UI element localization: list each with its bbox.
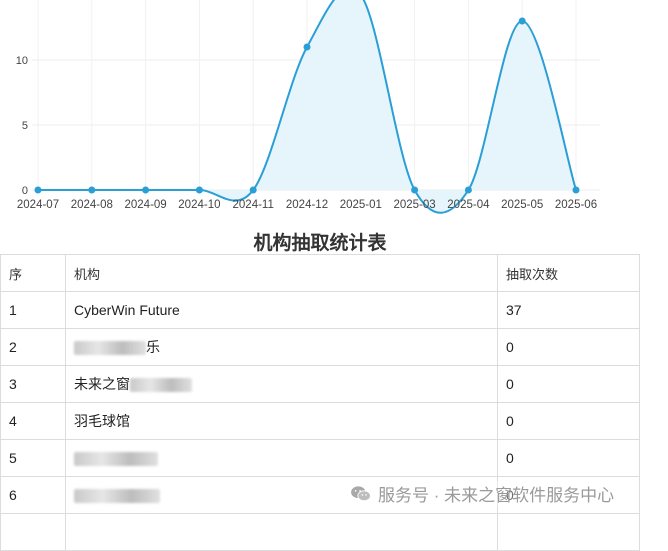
header-count: 抽取次数: [497, 254, 640, 292]
row-index: 3: [0, 365, 66, 403]
x-axis-ticks: 2024-07 2024-08 2024-09 2024-10 2024-11 2024-…: [17, 199, 597, 211]
table-row: 5 0: [0, 439, 640, 477]
redacted-text: [74, 452, 158, 467]
data-point: [142, 186, 150, 194]
watermark-text: 服务号 · 未来之窗软件服务中心: [378, 486, 615, 505]
area-chart: 051015 2024-072024-082024-092024-102024-…: [16, 0, 600, 214]
x-tick-label: 2025-03: [393, 199, 435, 211]
x-tick-label: 2024-10: [178, 199, 220, 211]
x-tick-label: 2024-09: [124, 199, 166, 211]
row-count: 37: [497, 291, 640, 329]
header-index: 序: [0, 254, 66, 292]
data-point: [518, 17, 526, 25]
chart-card: 051015 2024-072024-082024-092024-102024-…: [10, 0, 600, 218]
data-point: [572, 186, 580, 194]
x-tick-label: 2025-06: [555, 199, 597, 211]
table-row: 3 未来之窗 0: [0, 365, 640, 403]
row-index: [0, 513, 66, 551]
x-tick-label: 2024-12: [286, 199, 328, 211]
redacted-text: [74, 489, 160, 504]
row-index: 1: [0, 291, 66, 329]
stats-table: 序 机构 抽取次数 1 CyberWin Future 37 2 乐 0 3 未…: [0, 254, 640, 551]
row-org-visible: 未来之窗: [74, 376, 130, 392]
data-point: [411, 186, 419, 194]
y-tick-label: 0: [22, 185, 28, 197]
table-row: [0, 513, 640, 551]
row-org-visible: 乐: [146, 339, 160, 355]
row-index: 4: [0, 402, 66, 440]
row-count: 0: [497, 402, 640, 440]
x-tick-label: 2025-04: [447, 199, 490, 211]
x-tick-label: 2025-05: [501, 199, 543, 211]
header-org: 机构: [65, 254, 498, 292]
table-row: 2 乐 0: [0, 328, 640, 366]
row-index: 6: [0, 476, 66, 514]
table-header-row: 序 机构 抽取次数: [0, 254, 640, 292]
row-count: 0: [497, 328, 640, 366]
row-count: 0: [497, 439, 640, 477]
data-point: [34, 186, 42, 194]
y-axis-ticks: 0 5 10 15: [16, 0, 28, 197]
wechat-icon: [351, 485, 371, 501]
table-row: 4 羽毛球馆 0: [0, 402, 640, 440]
x-tick-label: 2024-08: [71, 199, 113, 211]
x-tick-label: 2024-07: [17, 199, 59, 211]
y-tick-label: 10: [16, 55, 28, 67]
row-org: 未来之窗: [65, 365, 498, 403]
x-tick-label: 2025-01: [340, 199, 382, 211]
row-org: 羽毛球馆: [65, 402, 498, 440]
row-org: [65, 439, 498, 477]
row-index: 2: [0, 328, 66, 366]
y-tick-label: 15: [16, 0, 28, 2]
watermark: 服务号 · 未来之窗软件服务中心: [350, 481, 615, 506]
x-tick-label: 2024-11: [233, 199, 274, 211]
row-index: 5: [0, 439, 66, 477]
data-point: [464, 186, 472, 194]
table-title: 机构抽取统计表: [253, 233, 387, 254]
table-row: 1 CyberWin Future 37: [0, 291, 640, 329]
row-org: 乐: [65, 328, 498, 366]
row-count: 0: [497, 365, 640, 403]
row-org: CyberWin Future: [65, 291, 498, 329]
redacted-text: [130, 378, 192, 393]
data-point: [88, 186, 96, 194]
data-point: [303, 43, 311, 51]
row-count: [497, 513, 640, 551]
data-point: [195, 186, 203, 194]
data-point: [249, 186, 257, 194]
redacted-text: [74, 341, 146, 356]
row-org: [65, 513, 498, 551]
y-tick-label: 5: [22, 120, 28, 132]
